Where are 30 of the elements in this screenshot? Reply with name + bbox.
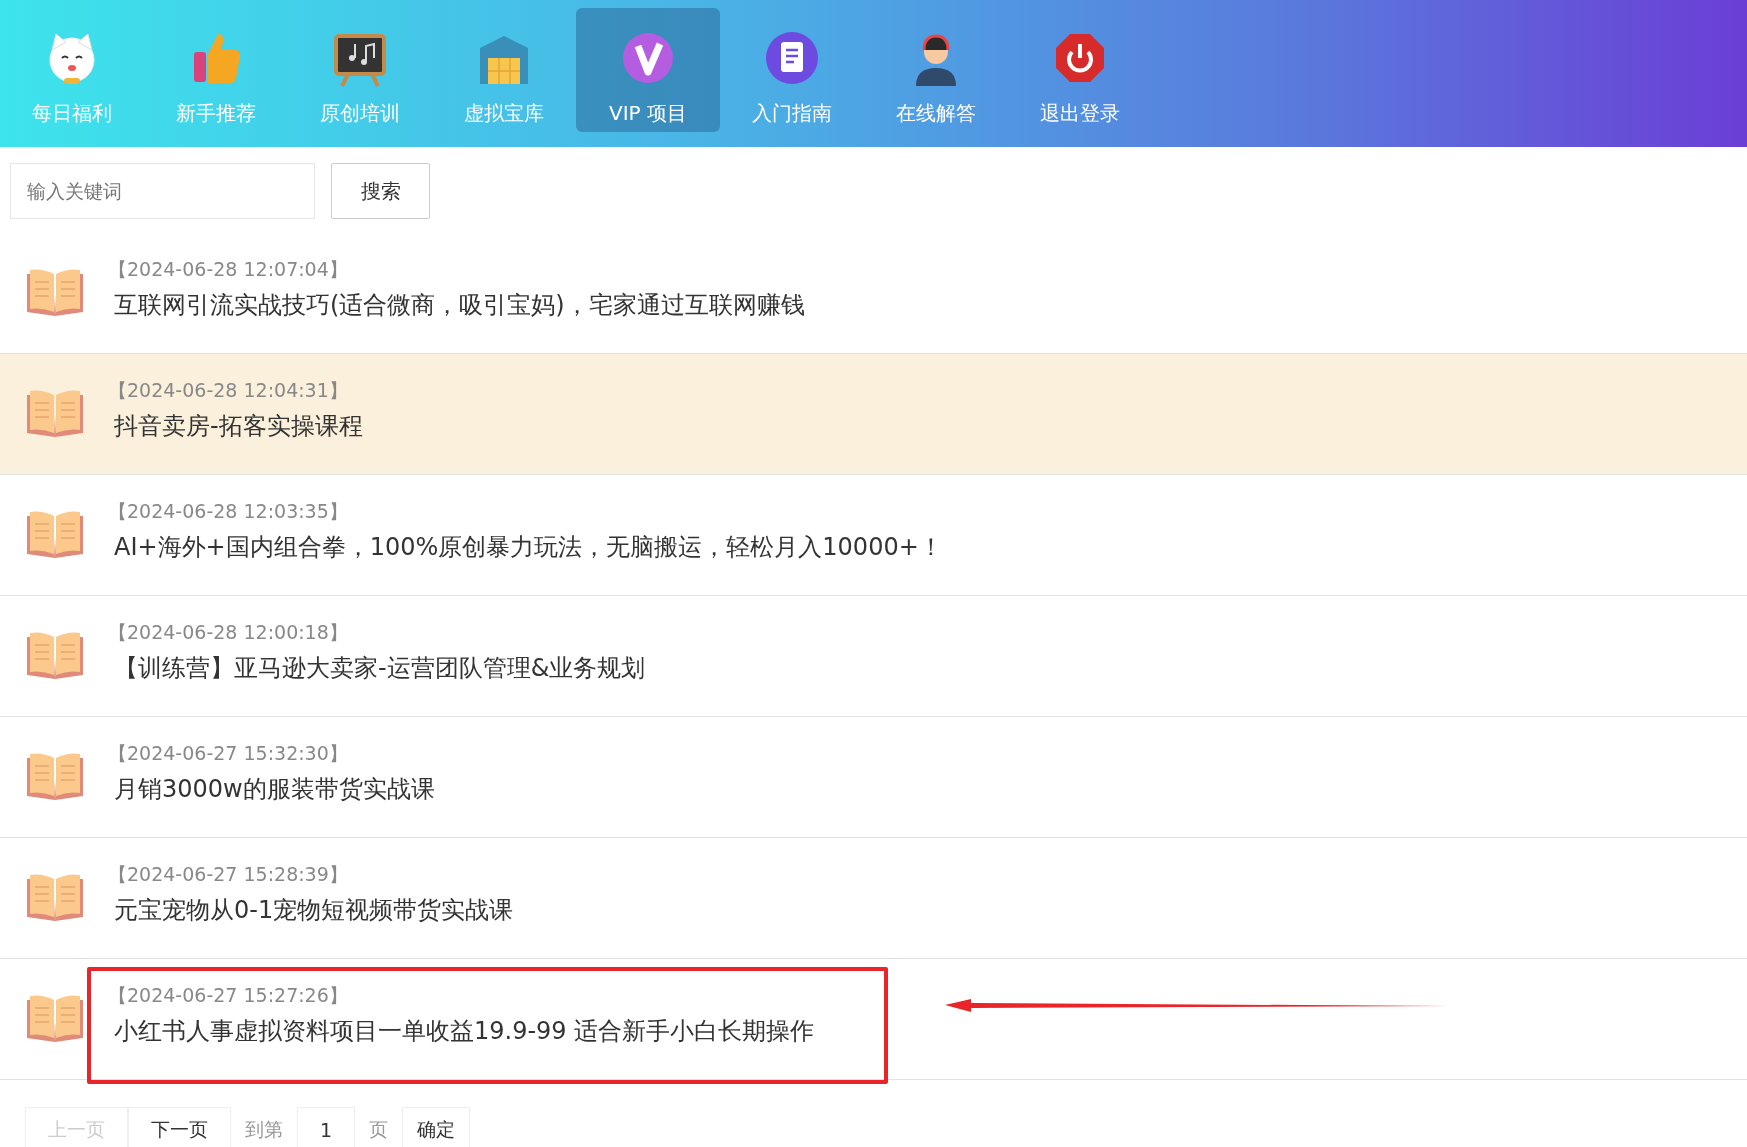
article-date: 【2024-06-28 12:07:04】 — [108, 257, 349, 282]
search-button[interactable]: 搜索 — [331, 163, 430, 219]
article-title-link[interactable]: 【训练营】亚马逊大卖家-运营团队管理&业务规划 — [114, 652, 646, 684]
next-page-button[interactable]: 下一页 — [128, 1107, 231, 1147]
article-date: 【2024-06-27 15:28:39】 — [108, 862, 349, 887]
article-title-link[interactable]: 元宝宠物从0-1宠物短视频带货实战课 — [114, 894, 514, 926]
nav-tab[interactable]: VIP 项目 — [576, 8, 720, 132]
article-title-link[interactable]: 抖音卖房-拓客实操课程 — [114, 410, 363, 442]
page-unit-label: 页 — [368, 1117, 389, 1142]
book-icon — [25, 510, 85, 560]
book-icon — [25, 631, 85, 681]
book-icon — [25, 389, 85, 439]
article-date: 【2024-06-27 15:27:26】 — [108, 983, 349, 1008]
article-title-link[interactable]: 小红书人事虚拟资料项目一单收益19.9-99 适合新手小白长期操作 — [114, 1015, 815, 1047]
book-icon — [25, 994, 85, 1044]
page-number-field[interactable]: 1 — [297, 1107, 355, 1147]
article-date: 【2024-06-28 12:03:35】 — [108, 499, 349, 524]
article-title-link[interactable]: 月销3000w的服装带货实战课 — [114, 773, 435, 805]
highlighted-row[interactable]: 【2024-06-28 12:04:31】 抖音卖房-拓客实操课程 — [0, 354, 1747, 475]
article-title-link[interactable]: AI+海外+国内组合拳，100%原创暴力玩法，无脑搬运，轻松月入10000+！ — [114, 531, 943, 563]
goto-label: 到第 — [244, 1117, 284, 1142]
book-icon — [25, 268, 85, 318]
article-title-link[interactable]: 互联网引流实战技巧(适合微商，吸引宝妈)，宅家通过互联网赚钱 — [114, 289, 805, 321]
book-icon — [25, 752, 85, 802]
article-date: 【2024-06-28 12:00:18】 — [108, 620, 349, 645]
confirm-button[interactable]: 确定 — [402, 1107, 470, 1147]
book-icon — [25, 873, 85, 923]
article-date: 【2024-06-27 15:32:30】 — [108, 741, 349, 766]
search-field[interactable]: 输入关键词 — [10, 163, 315, 219]
article-date: 【2024-06-28 12:04:31】 — [108, 378, 349, 403]
